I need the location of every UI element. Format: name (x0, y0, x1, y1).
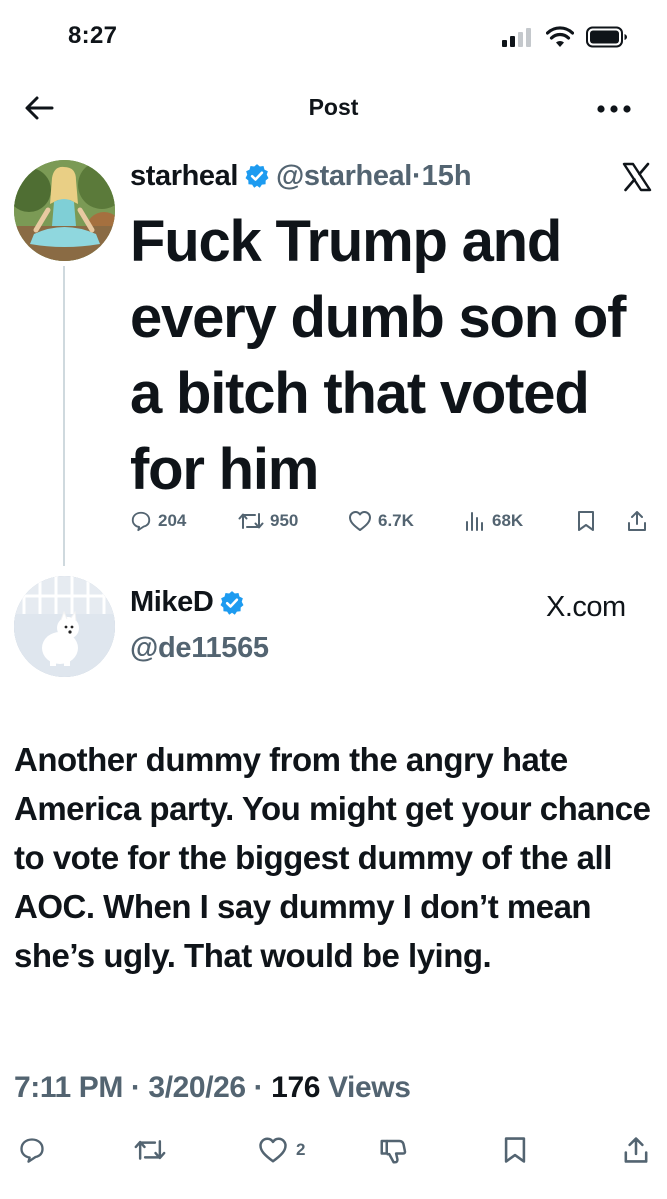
verified-badge-icon (245, 164, 269, 188)
like-count: 2 (296, 1140, 306, 1159)
quoted-post-actions: 204 950 6.7K 68K (130, 510, 660, 536)
views-label: Views (320, 1071, 411, 1104)
like-button[interactable]: 2 (258, 1136, 305, 1164)
x-logo-icon (622, 162, 652, 192)
dislike-button[interactable] (378, 1136, 408, 1166)
quoted-author-handle[interactable]: @starheal (276, 158, 412, 194)
avatar-photo (14, 160, 115, 261)
share-icon (624, 1137, 648, 1163)
repost-icon (134, 1140, 166, 1160)
reply-author-name[interactable]: MikeD (130, 586, 214, 619)
quoted-post-text: Fuck Trump and every dumb son of a bitch… (130, 209, 626, 502)
post-meta: 7:11 PM · 3/20/26 · 176 Views (14, 1071, 411, 1105)
repost-count: 950 (270, 511, 299, 530)
battery-icon (586, 26, 627, 48)
quoted-author-name[interactable]: starheal (130, 158, 238, 194)
share-button[interactable] (622, 1136, 650, 1164)
reply-count: 204 (158, 511, 187, 530)
bookmark-icon (504, 1137, 526, 1163)
separator-dot: · (245, 1071, 272, 1104)
reply-text: Another dummy from the angry hate Americ… (14, 741, 651, 974)
like-count-button[interactable]: 6.7K (348, 510, 414, 532)
reply-icon (131, 511, 151, 532)
quoted-author-avatar[interactable] (14, 160, 115, 261)
avatar-photo (14, 576, 115, 677)
bookmark-button[interactable] (576, 510, 596, 532)
more-button[interactable] (596, 104, 632, 114)
views-count[interactable]: 176 (271, 1071, 320, 1104)
cellular-signal-icon (502, 28, 531, 47)
post-date: 3/20/26 (148, 1071, 246, 1104)
page-title: Post (308, 94, 359, 120)
more-icon (597, 105, 631, 113)
reply-icon (20, 1138, 44, 1163)
reply-author-avatar[interactable] (14, 576, 115, 677)
post-action-bar: 2 (0, 1136, 667, 1176)
heart-icon (259, 1137, 287, 1163)
status-icons (502, 26, 628, 48)
repost-button[interactable] (134, 1136, 166, 1164)
views-icon (466, 512, 483, 531)
status-time: 8:27 (68, 22, 118, 49)
separator-dot: · (411, 160, 422, 192)
reply-count-button[interactable]: 204 (130, 510, 186, 532)
wifi-icon (546, 26, 574, 47)
bookmark-icon (578, 511, 594, 531)
quoted-post-time: 15h (421, 160, 472, 192)
share-button[interactable] (626, 510, 648, 532)
repost-count-button[interactable]: 950 (238, 510, 298, 532)
like-count: 6.7K (378, 511, 414, 530)
repost-icon (238, 513, 264, 529)
separator-dot: · (122, 1071, 149, 1104)
reply-author-name-row: MikeD (130, 586, 245, 619)
reply-author-handle[interactable]: @de11565 (130, 632, 269, 665)
views-count: 68K (492, 511, 524, 530)
bookmark-button[interactable] (502, 1136, 528, 1164)
share-icon (628, 511, 646, 531)
source-label: X.com (546, 591, 626, 623)
thumbs-down-icon (380, 1139, 407, 1164)
heart-icon (349, 511, 371, 531)
post-time: 7:11 PM (14, 1071, 123, 1104)
quoted-post-header: starheal @starheal · 15h (130, 158, 472, 194)
verified-badge-icon (220, 590, 244, 615)
views-count-button[interactable]: 68K (464, 510, 523, 532)
reply-button[interactable] (18, 1136, 46, 1164)
thread-line (63, 266, 65, 566)
